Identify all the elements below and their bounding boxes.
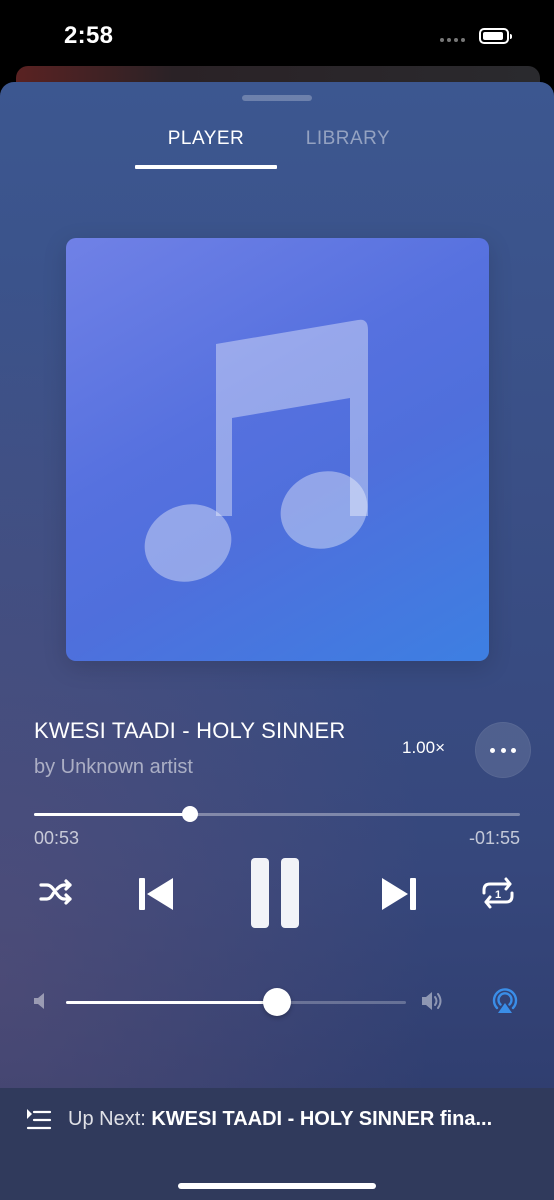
pause-icon[interactable] [248,858,306,928]
up-next-title: KWESI TAADI - HOLY SINNER fina... [151,1108,493,1130]
player-sheet: PLAYER LIBRARY KWESI TAADI - HOLY SINNER… [0,82,554,1200]
progress-knob[interactable] [181,806,198,822]
volume-fill [66,1001,277,1004]
sheet-grabber[interactable] [242,95,312,101]
progress-fill [34,813,190,816]
volume-low-icon [34,993,44,1009]
shuffle-icon[interactable] [38,876,76,908]
skip-previous-icon[interactable] [136,876,176,912]
skip-next-icon[interactable] [379,876,419,912]
more-dot-icon [511,748,516,753]
queue-list-icon [26,1109,52,1130]
status-time: 2:58 [64,22,114,49]
volume-knob[interactable] [262,988,291,1016]
progress-slider[interactable] [34,806,520,822]
track-artist: by Unknown artist [34,756,193,778]
tab-library[interactable]: LIBRARY [278,128,418,150]
album-artwork [66,238,489,661]
more-dot-icon [490,748,495,753]
playback-speed-button[interactable]: 1.00× [402,738,445,758]
active-tab-indicator [135,165,277,169]
track-title: KWESI TAADI - HOLY SINNER [34,718,346,743]
more-dot-icon [500,748,506,753]
status-bar: 2:58 [0,0,554,66]
volume-high-icon [422,992,442,1010]
tab-player[interactable]: PLAYER [136,128,276,150]
volume-slider[interactable] [66,988,406,1016]
svg-text:1: 1 [495,889,501,901]
elapsed-time: 00:53 [34,828,80,848]
battery-icon [479,28,512,44]
more-options-button[interactable] [475,722,531,778]
repeat-one-icon[interactable]: 1 [480,876,516,910]
music-note-icon [144,319,368,582]
up-next-label: Up Next: [68,1108,152,1130]
airplay-icon[interactable] [490,986,520,1016]
home-indicator[interactable] [178,1183,376,1189]
up-next-text: Up Next: KWESI TAADI - HOLY SINNER fina.… [68,1108,528,1131]
remaining-time: -01:55 [468,828,520,848]
signal-dots-icon [440,38,465,42]
